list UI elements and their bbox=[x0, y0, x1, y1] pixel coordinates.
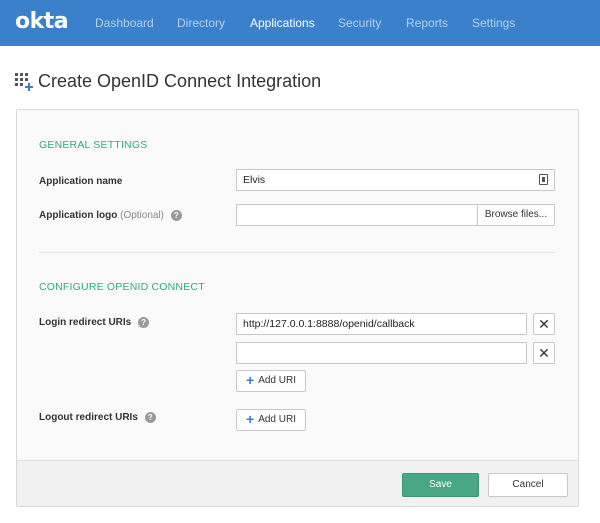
plus-icon: + bbox=[246, 411, 255, 428]
help-icon[interactable]: ? bbox=[138, 317, 150, 328]
app-logo-label: Application logo (Optional) ? bbox=[39, 210, 182, 221]
plus-icon: + bbox=[246, 372, 255, 389]
optional-text: (Optional) bbox=[120, 210, 165, 222]
nav-applications[interactable]: Applications bbox=[250, 16, 315, 30]
app-logo-file-input[interactable] bbox=[236, 204, 478, 226]
apps-add-icon bbox=[15, 73, 33, 91]
close-icon: ✕ bbox=[538, 345, 550, 361]
remove-uri-button[interactable]: ✕ bbox=[533, 313, 555, 335]
app-name-value: Elvis bbox=[243, 174, 266, 186]
page-title: Create OpenID Connect Integration bbox=[38, 71, 322, 91]
form-footer: Save Cancel bbox=[17, 460, 578, 506]
cancel-button[interactable]: Cancel bbox=[488, 473, 568, 497]
help-icon[interactable]: ? bbox=[170, 210, 182, 221]
app-name-label: Application name bbox=[39, 176, 123, 187]
login-redirect-label: Login redirect URIs ? bbox=[39, 317, 150, 329]
login-redirect-uri-input-1[interactable]: http://127.0.0.1:8888/openid/callback bbox=[236, 313, 527, 335]
okta-logo[interactable]: okta bbox=[15, 9, 69, 34]
logout-redirect-label-text: Logout redirect URIs bbox=[39, 412, 138, 424]
form-body: GENERAL SETTINGS Application name Elvis … bbox=[17, 110, 578, 460]
remove-uri-button[interactable]: ✕ bbox=[533, 342, 555, 364]
app-logo-label-text: Application logo bbox=[39, 210, 118, 222]
add-logout-uri-button[interactable]: + Add URI bbox=[236, 409, 306, 431]
general-settings-heading: GENERAL SETTINGS bbox=[39, 139, 148, 151]
login-redirect-label-text: Login redirect URIs bbox=[39, 317, 132, 329]
nav-dashboard[interactable]: Dashboard bbox=[95, 16, 154, 30]
app-name-input[interactable]: Elvis bbox=[236, 169, 555, 191]
nav-settings[interactable]: Settings bbox=[472, 16, 515, 30]
add-login-uri-button[interactable]: + Add URI bbox=[236, 370, 306, 392]
nav-directory[interactable]: Directory bbox=[177, 16, 225, 30]
login-redirect-uri-input-2[interactable] bbox=[236, 342, 527, 364]
configure-oidc-heading: CONFIGURE OPENID CONNECT bbox=[39, 281, 205, 293]
section-divider bbox=[39, 252, 555, 253]
help-icon[interactable]: ? bbox=[144, 412, 156, 423]
nav-reports[interactable]: Reports bbox=[406, 16, 448, 30]
save-button[interactable]: Save bbox=[402, 473, 479, 497]
close-icon: ✕ bbox=[538, 316, 550, 332]
add-uri-label: Add URI bbox=[258, 375, 296, 386]
nav-security[interactable]: Security bbox=[338, 16, 381, 30]
add-uri-label: Add URI bbox=[258, 414, 296, 425]
top-nav-bar: okta Dashboard Directory Applications Se… bbox=[0, 0, 600, 46]
logout-redirect-label: Logout redirect URIs ? bbox=[39, 412, 156, 423]
browse-files-button[interactable]: Browse files... bbox=[477, 204, 555, 226]
password-manager-icon[interactable] bbox=[539, 174, 548, 185]
integration-form-card: GENERAL SETTINGS Application name Elvis … bbox=[16, 109, 579, 507]
